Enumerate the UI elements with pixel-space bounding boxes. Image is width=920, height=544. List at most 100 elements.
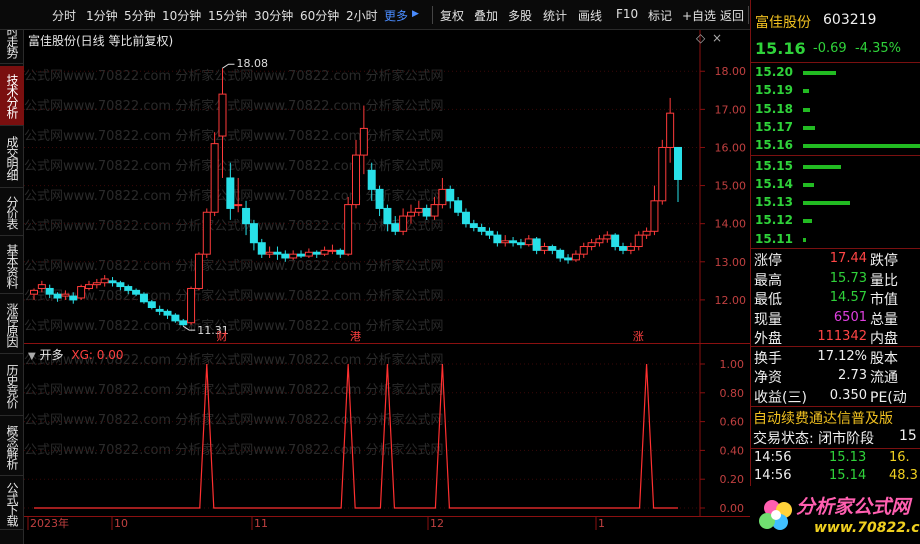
trade-status-num: 15 bbox=[899, 428, 917, 444]
promo-text[interactable]: 自动续费通达信普及版 bbox=[753, 408, 893, 428]
price-tick-label: 12.00 bbox=[715, 294, 747, 307]
toolbar-item-11[interactable]: 多股 bbox=[508, 7, 532, 24]
candle[interactable] bbox=[147, 299, 156, 310]
candle[interactable] bbox=[77, 284, 86, 300]
tick-time: 14:56 bbox=[754, 450, 792, 465]
indicator-header: ▼ 开多 XG: 0.00 bbox=[28, 346, 123, 363]
left-tab-8[interactable]: 公式下载 bbox=[0, 478, 24, 530]
date-axis-label: 10 bbox=[114, 517, 128, 530]
stat-label: 净资 bbox=[754, 370, 782, 386]
promo-banner[interactable]: 自动续费通达信普及版 bbox=[751, 408, 920, 427]
toolbar-item-14[interactable]: F10 bbox=[616, 7, 638, 21]
toolbar-item-0[interactable]: 分时 bbox=[52, 7, 76, 24]
order-book-row: 15.15 bbox=[751, 158, 920, 176]
order-book-row: 15.18 bbox=[751, 101, 920, 119]
event-marker[interactable]: 财 bbox=[216, 329, 227, 343]
divider bbox=[751, 62, 920, 63]
watermark-text: 公式网www.70822.com 分析家公式网www.70822.com 分析家… bbox=[24, 318, 443, 334]
kline-svg: 公式网www.70822.com 分析家公式网www.70822.com 分析家… bbox=[24, 30, 750, 344]
price-tick-label: 18.00 bbox=[715, 65, 747, 78]
toolbar-item-4[interactable]: 15分钟 bbox=[208, 7, 247, 24]
candle[interactable] bbox=[202, 208, 211, 258]
stock-name: 富佳股份 bbox=[755, 15, 811, 31]
order-book-row: 15.11 bbox=[751, 231, 920, 249]
indicator-tick-label: 0.20 bbox=[720, 473, 745, 486]
indicator-tick-label: 0.40 bbox=[720, 444, 745, 457]
divider bbox=[751, 155, 920, 156]
stat-label: 最低 bbox=[754, 292, 782, 308]
candle[interactable] bbox=[139, 292, 148, 304]
dropdown-caret-icon[interactable]: ▶ bbox=[412, 9, 419, 19]
toolbar-item-1[interactable]: 1分钟 bbox=[86, 7, 118, 24]
candle[interactable] bbox=[194, 252, 203, 291]
close-icon[interactable]: × bbox=[712, 31, 722, 45]
trading-app: 分时走势 技术分析 成交明细 分价表 基本资料 涨停原因 历史竞价 概念解析 公式下载 分时 1分… bbox=[0, 0, 920, 544]
left-tab-6[interactable]: 历史竞价 bbox=[0, 356, 24, 416]
stat-label-secondary: 股本 bbox=[870, 350, 898, 367]
left-tab-3[interactable]: 分价表 bbox=[0, 190, 24, 236]
toolbar-item-6[interactable]: 60分钟 bbox=[300, 7, 339, 24]
order-book-volume-bar bbox=[803, 89, 809, 94]
order-book-price: 15.17 bbox=[755, 119, 793, 134]
indicator-pane[interactable]: 公式网www.70822.com 分析家公式网www.70822.com 分析家… bbox=[24, 344, 750, 516]
stat-label-secondary: 总量 bbox=[870, 311, 898, 328]
stat-value: 2.73 bbox=[838, 368, 867, 383]
toolbar-item-9[interactable]: 复权 bbox=[440, 7, 464, 24]
stat-label-secondary: 内盘 bbox=[870, 331, 898, 347]
price-tick-label: 14.00 bbox=[715, 218, 747, 231]
stock-code: 603219 bbox=[823, 12, 877, 28]
candle[interactable] bbox=[344, 197, 353, 257]
divider bbox=[751, 346, 920, 347]
high-price-label: 18.08 bbox=[236, 57, 267, 70]
toolbar-item-16[interactable]: +自选 bbox=[682, 7, 716, 24]
tick-price: 15.13 bbox=[829, 450, 867, 465]
watermark-text: 公式网www.70822.com 分析家公式网www.70822.com 分析家… bbox=[24, 288, 443, 304]
candle[interactable] bbox=[171, 313, 180, 323]
toolbar-item-8[interactable]: 更多 bbox=[384, 7, 408, 24]
left-tab-7[interactable]: 概念解析 bbox=[0, 418, 24, 476]
toolbar-item-13[interactable]: 画线 bbox=[578, 7, 602, 24]
toolbar-item-3[interactable]: 10分钟 bbox=[162, 7, 201, 24]
quote-header: 富佳股份 603219 bbox=[751, 12, 920, 31]
order-book-volume-bar bbox=[803, 71, 837, 75]
stat-value: 17.44 bbox=[829, 251, 867, 266]
order-book-row: 15.14 bbox=[751, 176, 920, 194]
toolbar-item-5[interactable]: 30分钟 bbox=[254, 7, 293, 24]
left-tab-2[interactable]: 成交明细 bbox=[0, 128, 24, 188]
order-book-price: 15.15 bbox=[755, 158, 793, 173]
event-marker[interactable]: 港 bbox=[350, 330, 361, 343]
divider bbox=[751, 448, 920, 449]
stat-label: 涨停 bbox=[754, 253, 782, 269]
collapse-icon[interactable]: ▼ bbox=[28, 351, 36, 362]
flower-logo-icon bbox=[759, 500, 792, 530]
candle[interactable] bbox=[658, 139, 667, 205]
kline-chart[interactable]: 公式网www.70822.com 分析家公式网www.70822.com 分析家… bbox=[24, 30, 750, 344]
left-tab-1[interactable]: 技术分析 bbox=[0, 66, 24, 126]
left-tab-5[interactable]: 涨停原因 bbox=[0, 296, 24, 354]
toolbar-item-12[interactable]: 统计 bbox=[543, 7, 567, 24]
diamond-icon[interactable]: ◇ bbox=[696, 31, 705, 45]
order-book-price: 15.16 bbox=[755, 138, 793, 153]
order-book-row: 15.20 bbox=[751, 64, 920, 82]
price-tick-label: 15.00 bbox=[715, 180, 747, 193]
order-book-volume-bar bbox=[803, 164, 841, 169]
indicator-tick-label: 0.80 bbox=[720, 387, 745, 400]
logo: 分析家公式网 www.70822.com bbox=[750, 486, 920, 544]
toolbar-item-2[interactable]: 5分钟 bbox=[124, 7, 156, 24]
toolbar-item-7[interactable]: 2小时 bbox=[346, 7, 378, 24]
indicator-tick-label: 0.60 bbox=[720, 416, 745, 429]
toolbar-item-15[interactable]: 标记 bbox=[648, 7, 672, 24]
event-marker[interactable]: 涨 bbox=[633, 330, 644, 343]
toolbar-item-10[interactable]: 叠加 bbox=[474, 7, 498, 24]
candle[interactable] bbox=[187, 286, 196, 325]
stat-label-secondary: 量比 bbox=[870, 272, 898, 289]
order-book-volume-bar bbox=[803, 125, 815, 130]
quote-panel: 富佳股份 603219 15.16 -0.69 -4.35% 15.20 15.1… bbox=[750, 0, 920, 544]
watermark-text: 公式网www.70822.com 分析家公式网www.70822.com 分析家… bbox=[24, 258, 443, 274]
stat-label: 换手 bbox=[754, 350, 782, 367]
divider bbox=[751, 248, 920, 249]
chart-title: 富佳股份(日线 等比前复权) bbox=[28, 34, 174, 48]
candle[interactable] bbox=[210, 132, 219, 217]
left-tab-4[interactable]: 基本资料 bbox=[0, 238, 24, 294]
toolbar-item-17[interactable]: 返回 bbox=[720, 7, 744, 24]
